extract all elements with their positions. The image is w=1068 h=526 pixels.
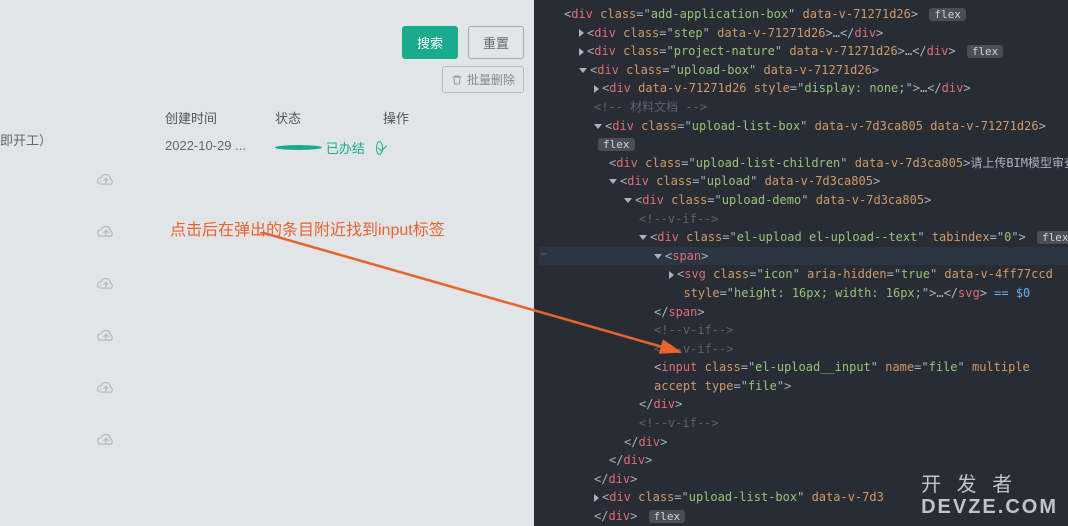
search-button[interactable]: 搜索 <box>402 26 458 59</box>
collapse-arrow-icon[interactable] <box>624 198 632 203</box>
dom-comment[interactable]: <!--v-if--> <box>539 340 1068 359</box>
col-action: 操作 <box>383 108 443 127</box>
annotation-text: 点击后在弹出的条目附近找到input标签 <box>170 216 445 240</box>
dom-node[interactable]: <div class="upload-demo" data-v-7d3ca805… <box>539 191 1068 210</box>
cloud-upload-icon[interactable] <box>96 328 116 344</box>
dom-node[interactable]: <div class="upload-list-children" data-v… <box>539 154 1068 173</box>
flex-badge: flex <box>1037 231 1068 244</box>
flex-badge: flex <box>967 45 1004 58</box>
check-circle-icon <box>376 141 383 155</box>
upload-icon-column <box>96 172 116 448</box>
dom-node-input-cont[interactable]: accept type="file"> <box>539 377 1068 396</box>
app-background: 即开工） ✕ 搜索 重置 批量删除 创建时间 状态 操作 2022-10-29 … <box>0 0 534 526</box>
side-text: 即开工） <box>0 130 52 149</box>
dom-comment[interactable]: <!-- 材料文档 --> <box>539 98 1068 117</box>
dom-node[interactable]: <div class="project-nature" data-v-71271… <box>539 42 1068 61</box>
expand-arrow-icon[interactable] <box>669 271 674 279</box>
collapse-arrow-icon[interactable] <box>594 124 602 129</box>
batch-delete-label: 批量删除 <box>467 71 515 88</box>
col-created: 创建时间 <box>165 108 275 127</box>
dom-node-cont[interactable]: style="height: 16px; width: 16px;">…</sv… <box>539 284 1068 303</box>
dom-node-selected[interactable]: ⋯<span> <box>539 247 1068 266</box>
dom-node[interactable]: <div class="step" data-v-71271d26>…</div… <box>539 24 1068 43</box>
dom-node[interactable]: <div class="upload" data-v-7d3ca805> <box>539 172 1068 191</box>
batch-delete-button[interactable]: 批量删除 <box>442 66 524 93</box>
flex-badge-row: flex <box>539 135 1068 154</box>
dom-node[interactable]: <div class="add-application-box" data-v-… <box>539 5 1068 24</box>
dom-node[interactable]: <div class="el-upload el-upload--text" t… <box>539 228 1068 247</box>
dom-node[interactable]: <div data-v-71271d26 style="display: non… <box>539 79 1068 98</box>
cloud-upload-icon[interactable] <box>96 276 116 292</box>
watermark: 开 发 者 DEVZE.COM <box>921 474 1058 518</box>
dom-comment[interactable]: <!--v-if--> <box>539 414 1068 433</box>
dom-node[interactable]: <div class="upload-box" data-v-71271d26> <box>539 61 1068 80</box>
watermark-en: DEVZE.COM <box>921 496 1058 518</box>
dom-node[interactable]: <div class="upload-list-box" data-v-7d3c… <box>539 117 1068 136</box>
dom-node-close[interactable]: </div> <box>539 433 1068 452</box>
status-text: 已办结 <box>326 138 372 157</box>
collapse-arrow-icon[interactable] <box>654 254 662 259</box>
expand-arrow-icon[interactable] <box>594 85 599 93</box>
table-header: 创建时间 状态 操作 <box>165 108 443 127</box>
cloud-upload-icon[interactable] <box>96 224 116 240</box>
cell-date: 2022-10-29 ... <box>165 138 275 157</box>
dom-node-close[interactable]: </div> <box>539 395 1068 414</box>
collapse-arrow-icon[interactable] <box>609 179 617 184</box>
collapse-arrow-icon[interactable] <box>579 68 587 73</box>
table-row: 2022-10-29 ... 已办结 <box>165 138 383 157</box>
elements-tree[interactable]: <div class="add-application-box" data-v-… <box>534 5 1068 526</box>
dom-comment[interactable]: <!--v-if--> <box>539 321 1068 340</box>
watermark-cn: 开 发 者 <box>921 474 1058 496</box>
expand-arrow-icon[interactable] <box>579 29 584 37</box>
dom-node-close[interactable]: </span> <box>539 303 1068 322</box>
devtools-panel[interactable]: <div class="add-application-box" data-v-… <box>534 0 1068 526</box>
dom-node-input[interactable]: <input class="el-upload__input" name="fi… <box>539 358 1068 377</box>
trash-icon <box>451 74 463 86</box>
flex-badge: flex <box>929 8 966 21</box>
button-group: 搜索 重置 <box>402 26 534 59</box>
dom-node[interactable]: <svg class="icon" aria-hidden="true" dat… <box>539 265 1068 284</box>
col-status: 状态 <box>275 108 383 127</box>
cell-status: 已办结 <box>275 138 383 157</box>
collapse-arrow-icon[interactable] <box>639 235 647 240</box>
status-dot-icon <box>275 145 322 150</box>
dom-comment[interactable]: <!--v-if--> <box>539 210 1068 229</box>
cloud-upload-icon[interactable] <box>96 380 116 396</box>
cloud-upload-icon[interactable] <box>96 432 116 448</box>
cloud-upload-icon[interactable] <box>96 172 116 188</box>
dom-node-close[interactable]: </div> <box>539 451 1068 470</box>
expand-arrow-icon[interactable] <box>579 48 584 56</box>
gutter-dots-icon[interactable]: ⋯ <box>534 247 554 263</box>
expand-arrow-icon[interactable] <box>594 494 599 502</box>
flex-badge: flex <box>649 510 686 523</box>
reset-button[interactable]: 重置 <box>468 26 524 59</box>
